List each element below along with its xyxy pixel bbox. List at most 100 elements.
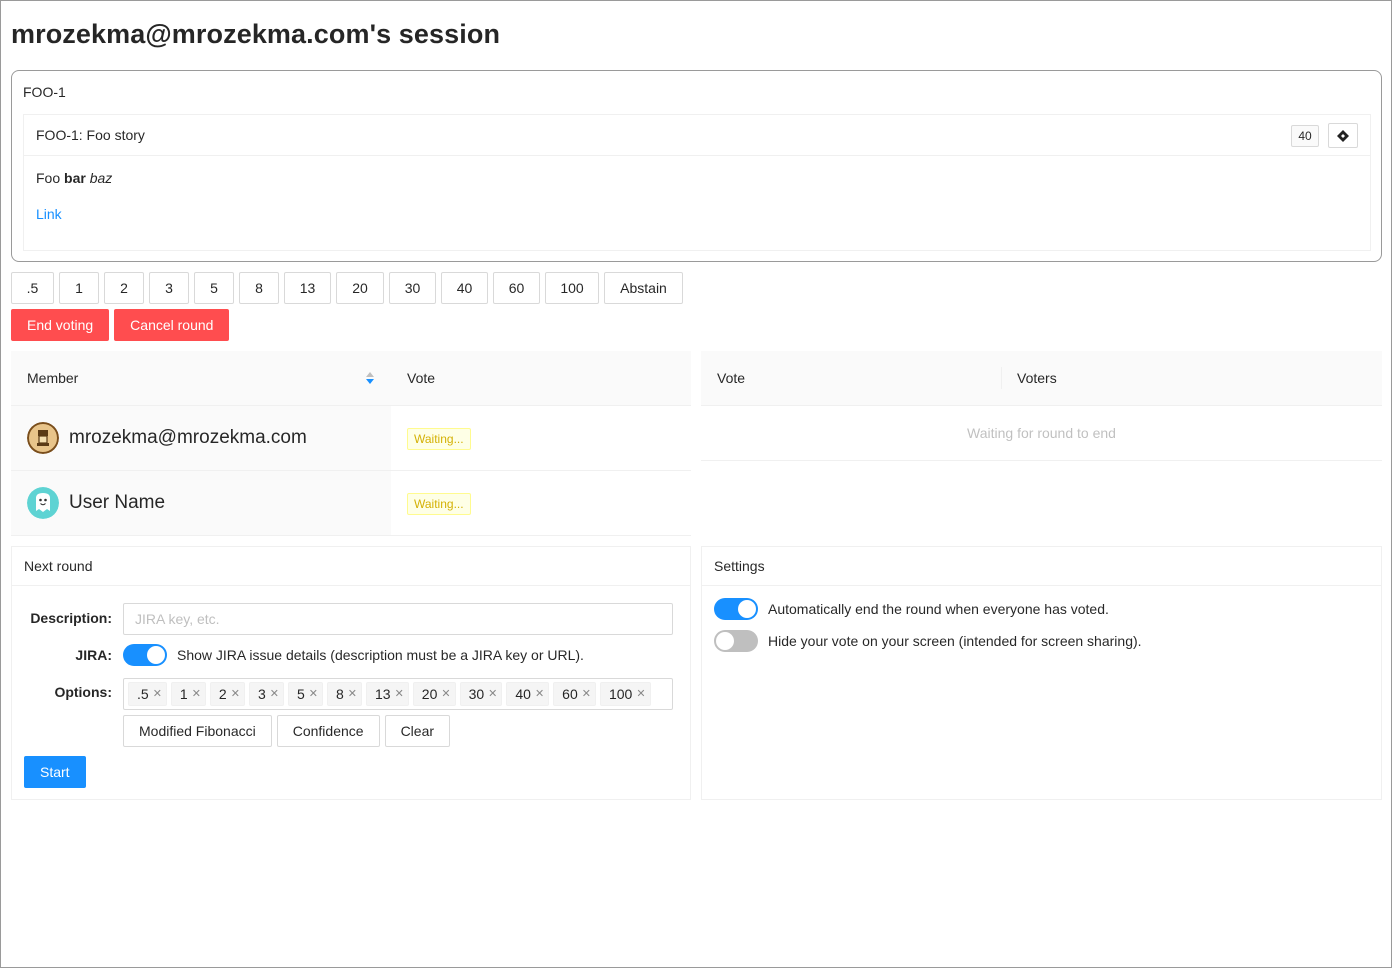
cancel-round-button[interactable]: Cancel round bbox=[114, 309, 230, 341]
avatar bbox=[27, 422, 59, 454]
clear-button[interactable]: Clear bbox=[384, 715, 451, 747]
close-icon[interactable]: ✕ bbox=[270, 683, 279, 705]
close-icon[interactable]: ✕ bbox=[192, 683, 201, 705]
vote-button[interactable]: 100 bbox=[545, 272, 599, 304]
auto-end-toggle[interactable] bbox=[714, 598, 758, 620]
option-value: 40 bbox=[515, 686, 531, 702]
options-select[interactable]: .5 ✕ 1 ✕ 2 ✕ 3 ✕ 5 ✕ 8 ✕ 13 ✕ 20 ✕ 30 ✕ 40 ✕ 60 ✕ 1… bbox=[123, 678, 673, 710]
status-badge: Waiting... bbox=[407, 493, 471, 515]
status-badge: Waiting... bbox=[407, 428, 471, 450]
close-icon[interactable]: ✕ bbox=[441, 683, 450, 705]
vote-button[interactable]: 20 bbox=[336, 272, 384, 304]
story-link[interactable]: Link bbox=[36, 206, 62, 222]
option-tag: 3 ✕ bbox=[248, 682, 284, 706]
story-key: FOO-1 bbox=[23, 84, 66, 100]
option-value: 3 bbox=[257, 686, 266, 702]
vote-button[interactable]: 8 bbox=[239, 272, 279, 304]
option-value: 20 bbox=[421, 686, 438, 702]
round-actions: End voting Cancel round bbox=[11, 309, 230, 341]
jira-toggle[interactable] bbox=[123, 644, 167, 666]
member-cell: mrozekma@mrozekma.com bbox=[11, 406, 391, 470]
close-icon[interactable]: ✕ bbox=[231, 683, 240, 705]
settings-card: Settings Automatically end the round whe… bbox=[701, 546, 1382, 800]
hide-vote-label: Hide your vote on your screen (intended … bbox=[768, 633, 1142, 649]
option-value: 30 bbox=[468, 686, 485, 702]
page-title: mrozekma@mrozekma.com's session bbox=[11, 19, 501, 49]
vote-button[interactable]: 2 bbox=[104, 272, 144, 304]
toggle-knob bbox=[147, 646, 165, 664]
column-vote: Vote bbox=[717, 370, 746, 386]
vote-button[interactable]: 13 bbox=[284, 272, 331, 304]
column-voters: Voters bbox=[1017, 370, 1057, 386]
sort-icon[interactable] bbox=[365, 371, 375, 385]
option-tag: 1 ✕ bbox=[170, 682, 206, 706]
column-member[interactable]: Member bbox=[27, 370, 78, 386]
story-card-header: FOO-1: Foo story 40 bbox=[24, 115, 1370, 156]
close-icon[interactable]: ✕ bbox=[488, 683, 497, 705]
story-title: FOO-1: Foo story bbox=[36, 127, 145, 143]
option-tag: 5 ✕ bbox=[287, 682, 323, 706]
desc-bold: bar bbox=[64, 170, 86, 186]
vote-button[interactable]: 1 bbox=[59, 272, 99, 304]
vote-button[interactable]: 60 bbox=[493, 272, 540, 304]
auto-end-label: Automatically end the round when everyon… bbox=[768, 601, 1109, 617]
close-icon[interactable]: ✕ bbox=[636, 683, 645, 705]
option-tag: 13 ✕ bbox=[365, 682, 409, 706]
card-title: Next round bbox=[12, 547, 690, 586]
next-round-card: Next round Description: JIRA: Show JIRA … bbox=[11, 546, 691, 800]
description-input[interactable] bbox=[123, 603, 673, 635]
jira-button[interactable] bbox=[1328, 123, 1358, 148]
confidence-button[interactable]: Confidence bbox=[276, 715, 380, 747]
vote-abstain-button[interactable]: Abstain bbox=[604, 272, 683, 304]
option-tag: 60 ✕ bbox=[553, 682, 596, 706]
desc-text: Foo bbox=[36, 170, 65, 186]
end-voting-button[interactable]: End voting bbox=[11, 309, 110, 341]
vote-button[interactable]: 5 bbox=[194, 272, 234, 304]
option-value: 1 bbox=[179, 686, 188, 702]
option-tag: 100 ✕ bbox=[599, 682, 651, 706]
hide-vote-toggle[interactable] bbox=[714, 630, 758, 652]
vote-button[interactable]: 30 bbox=[389, 272, 436, 304]
desc-italic: baz bbox=[89, 170, 113, 186]
option-value: 8 bbox=[335, 686, 344, 702]
option-tag: 30 ✕ bbox=[459, 682, 503, 706]
story-description: Foo bar baz bbox=[36, 170, 112, 186]
jira-toggle-label: Show JIRA issue details (description mus… bbox=[177, 647, 584, 663]
modified-fibonacci-button[interactable]: Modified Fibonacci bbox=[123, 715, 272, 747]
option-tag: 20 ✕ bbox=[412, 682, 456, 706]
members-table: Member Vote mrozekma@mrozekma.com Waitin… bbox=[11, 351, 691, 536]
options-label: Options: bbox=[54, 684, 112, 700]
avatar bbox=[27, 487, 59, 519]
option-tag: 2 ✕ bbox=[209, 682, 245, 706]
close-icon[interactable]: ✕ bbox=[582, 683, 591, 705]
empty-state: Waiting for round to end bbox=[701, 406, 1382, 461]
table-row: User Name Waiting... bbox=[11, 471, 691, 536]
option-tag: 8 ✕ bbox=[326, 682, 362, 706]
story-card: FOO-1: Foo story 40 Foo bar baz Link bbox=[23, 114, 1371, 251]
option-value: .5 bbox=[137, 686, 149, 702]
table-header: Vote Voters bbox=[701, 351, 1382, 406]
option-value: 2 bbox=[218, 686, 227, 702]
option-tag: .5 ✕ bbox=[128, 682, 167, 706]
close-icon[interactable]: ✕ bbox=[153, 683, 162, 705]
table-header: Member Vote bbox=[11, 351, 691, 406]
table-row: mrozekma@mrozekma.com Waiting... bbox=[11, 406, 691, 471]
close-icon[interactable]: ✕ bbox=[309, 683, 318, 705]
option-value: 60 bbox=[562, 686, 578, 702]
close-icon[interactable]: ✕ bbox=[348, 683, 357, 705]
start-button[interactable]: Start bbox=[24, 756, 86, 788]
card-title: Settings bbox=[702, 547, 1381, 586]
story-panel: FOO-1 FOO-1: Foo story 40 Foo bar baz Li… bbox=[11, 70, 1382, 262]
options-label-text: Options bbox=[54, 684, 108, 700]
vote-button[interactable]: 3 bbox=[149, 272, 189, 304]
preset-buttons: Modified Fibonacci Confidence Clear bbox=[123, 715, 451, 747]
description-label: Description: bbox=[30, 610, 112, 626]
vote-button[interactable]: .5 bbox=[11, 272, 54, 304]
vote-options: .5 1 2 3 5 8 13 20 30 40 60 100 Abstain bbox=[11, 272, 683, 304]
points-badge: 40 bbox=[1291, 125, 1319, 147]
close-icon[interactable]: ✕ bbox=[395, 683, 404, 705]
member-name: User Name bbox=[69, 492, 166, 513]
vote-button[interactable]: 40 bbox=[441, 272, 488, 304]
close-icon[interactable]: ✕ bbox=[535, 683, 544, 705]
column-vote: Vote bbox=[407, 370, 436, 386]
